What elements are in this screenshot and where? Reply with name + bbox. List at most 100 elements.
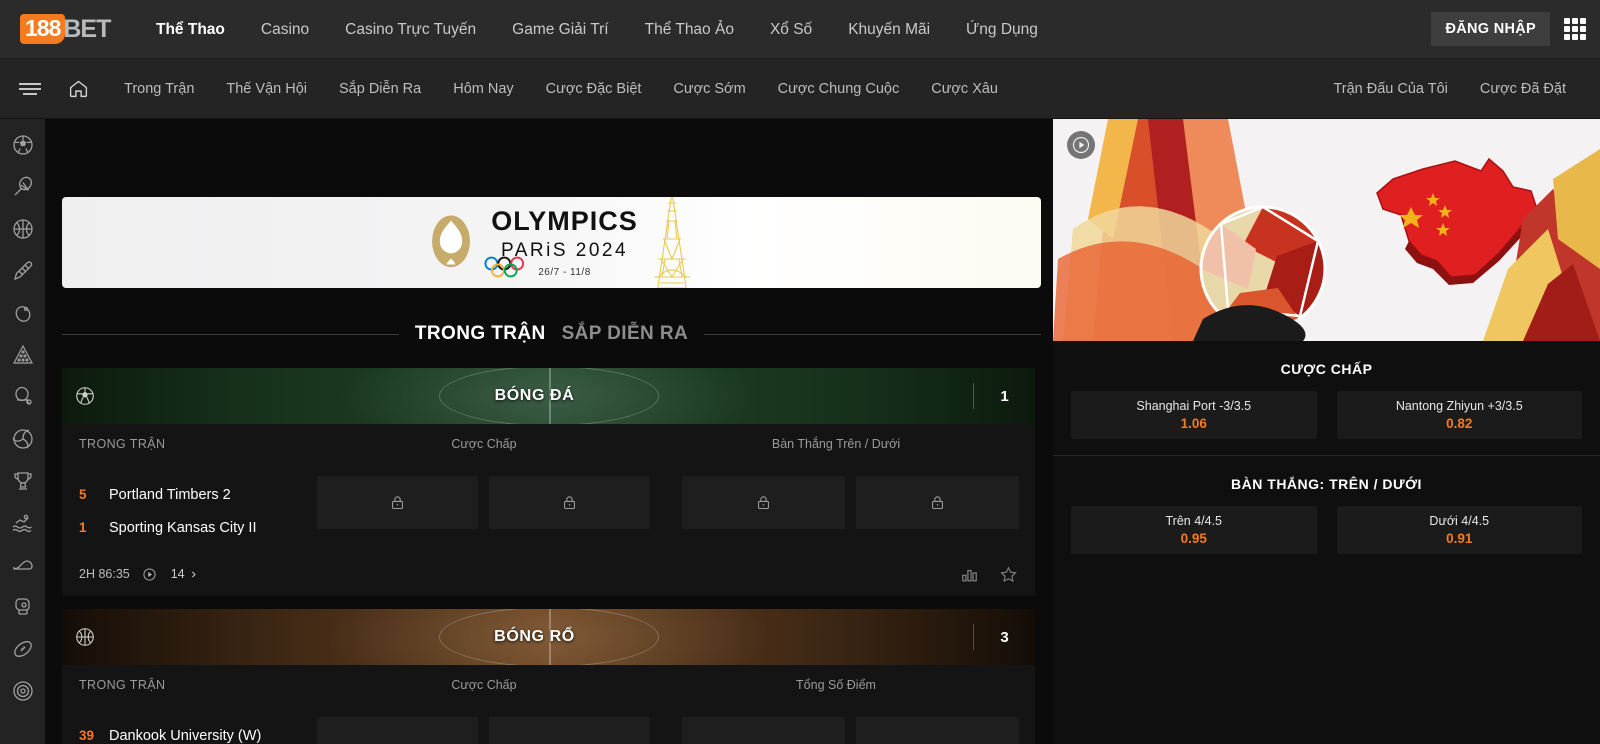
section-title: BÓNG RỔ: [494, 628, 575, 645]
sidebar-billiards-rack-icon[interactable]: [11, 343, 35, 367]
lock-icon: [755, 494, 772, 511]
bet-option-odds: 0.91: [1446, 531, 1473, 546]
odds-cell-locked[interactable]: [489, 717, 650, 744]
column-header-handicap: Cược Chấp: [451, 437, 517, 451]
team-home-score: 5: [79, 487, 87, 502]
olympics-dates: 26/7 - 11/8: [538, 266, 591, 278]
brand-logo[interactable]: 188 BET: [20, 11, 111, 47]
sidebar-swimming-icon[interactable]: [11, 511, 35, 535]
odds-total-points-group: [682, 705, 1019, 744]
sidebar-table-tennis-icon[interactable]: [11, 385, 35, 409]
team-home-name: Dankook University (W): [109, 727, 262, 744]
login-button[interactable]: ĐĂNG NHẬP: [1431, 12, 1550, 46]
bet-option-over[interactable]: Trên 4/4.5 0.95: [1071, 506, 1317, 554]
bar-chart-icon[interactable]: [960, 565, 979, 584]
subnav-item-cuoc-xau[interactable]: Cược Xâu: [915, 59, 1014, 119]
match-list-tabs: TRONG TRẬN SẮP DIỄN RA: [62, 314, 1041, 354]
bet-option-label: Shanghai Port -3/3.5: [1136, 399, 1252, 413]
home-icon[interactable]: [60, 78, 96, 99]
sub-nav-links: Trong Trận Thế Vận Hội Sắp Diễn Ra Hôm N…: [108, 59, 1014, 119]
bet-option-home-handicap[interactable]: Shanghai Port -3/3.5 1.06: [1071, 391, 1317, 439]
subnav-item-cuoc-dac-biet[interactable]: Cược Đặc Biệt: [530, 59, 658, 119]
section-title: BÓNG ĐÁ: [494, 387, 575, 404]
nav-item-xo-so[interactable]: Xổ Số: [752, 0, 830, 59]
subnav-item-cuoc-som[interactable]: Cược Sớm: [657, 59, 761, 119]
sidebar-basketball-icon[interactable]: [11, 217, 35, 241]
sidebar-boxing-glove-icon[interactable]: [11, 595, 35, 619]
bet-option-under[interactable]: Dưới 4/4.5 0.91: [1336, 506, 1582, 554]
bet-option-away-handicap[interactable]: Nantong Zhiyun +3/3.5 0.82: [1336, 391, 1582, 439]
more-markets-count: 14: [170, 567, 185, 581]
olympic-flame-logo-icon: [425, 212, 477, 274]
sidebar-shuttlecock-icon[interactable]: [11, 259, 35, 283]
sidebar-tennis-racket-icon[interactable]: [11, 175, 35, 199]
left-sidebar-rail: [0, 119, 45, 744]
subnav-item-trong-tran[interactable]: Trong Trận: [108, 59, 210, 119]
nav-item-the-thao[interactable]: Thể Thao: [138, 0, 243, 59]
odds-cell-locked[interactable]: [682, 476, 845, 529]
match-promo-artwork: [1053, 119, 1600, 341]
table-row: 39 Dankook University (W): [62, 705, 1035, 744]
play-circle-icon[interactable]: [142, 567, 157, 582]
sidebar-running-shoe-icon[interactable]: [11, 553, 35, 577]
lock-icon: [929, 494, 946, 511]
eiffel-tower-illustration: [617, 197, 727, 288]
bet-option-label: Trên 4/4.5: [1165, 514, 1222, 528]
bet-option-odds: 0.82: [1446, 416, 1473, 431]
sidebar-volleyball-icon[interactable]: [11, 427, 35, 451]
bet-option-label: Dưới 4/4.5: [1429, 514, 1490, 528]
app-root: 188 BET Thể Thao Casino Casino Trực Tuyến…: [0, 0, 1600, 744]
section-header-basketball[interactable]: BÓNG RỔ 3: [62, 609, 1035, 665]
section-match-count: 1: [973, 383, 1035, 409]
star-icon[interactable]: [999, 565, 1018, 584]
subnav-item-placed-bets[interactable]: Cược Đã Đặt: [1464, 59, 1582, 119]
nav-item-the-thao-ao[interactable]: Thể Thao Ảo: [627, 0, 752, 59]
odds-cell-locked[interactable]: [489, 476, 650, 529]
more-markets-button[interactable]: 14: [171, 567, 198, 581]
nav-item-casino[interactable]: Casino: [243, 0, 327, 59]
nav-item-ung-dung[interactable]: Ứng Dụng: [948, 0, 1056, 59]
sidebar-american-football-icon[interactable]: [11, 637, 35, 661]
match-footer: 2H 86:35 14: [62, 552, 1035, 596]
odds-cell-locked[interactable]: [856, 476, 1019, 529]
sidebar-mouse-icon[interactable]: [11, 301, 35, 325]
nav-item-game-giai-tri[interactable]: Game Giải Trí: [494, 0, 626, 59]
odds-over-under-group: [682, 464, 1019, 552]
hamburger-icon[interactable]: [8, 82, 52, 95]
tab-live-matches[interactable]: TRONG TRẬN: [415, 323, 546, 345]
odds-cell-locked[interactable]: [856, 717, 1019, 744]
nav-item-khuyen-mai[interactable]: Khuyến Mãi: [830, 0, 948, 59]
sidebar-soccer-ball-icon[interactable]: [11, 133, 35, 157]
sidebar-darts-icon[interactable]: [11, 679, 35, 703]
subnav-item-my-matches[interactable]: Trận Đấu Của Tôi: [1317, 59, 1463, 119]
odds-cell-locked[interactable]: [317, 717, 478, 744]
tab-upcoming-matches[interactable]: SẮP DIỄN RA: [562, 323, 689, 345]
section-header-football[interactable]: BÓNG ĐÁ 1: [62, 368, 1035, 424]
olympics-banner[interactable]: OLYMPICS PARiS 2024 26/7 - 11/8: [62, 197, 1041, 288]
main-nav: Thể Thao Casino Casino Trực Tuyến Game G…: [138, 0, 1056, 59]
grid-apps-icon[interactable]: [1564, 18, 1586, 40]
match-teams: 39 Dankook University (W): [62, 705, 317, 744]
team-away: 1 Sporting Kansas City II: [79, 511, 317, 544]
soccer-ball-icon: [74, 385, 96, 407]
team-away-score: 1: [79, 520, 87, 535]
subnav-item-hom-nay[interactable]: Hôm Nay: [437, 59, 529, 119]
lock-icon: [389, 494, 406, 511]
market-options: Trên 4/4.5 0.95 Dưới 4/4.5 0.91: [1053, 506, 1600, 570]
subnav-item-cuoc-chung-cuoc[interactable]: Cược Chung Cuộc: [762, 59, 916, 119]
sidebar-trophy-icon[interactable]: [11, 469, 35, 493]
top-header: 188 BET Thể Thao Casino Casino Trực Tuyến…: [0, 0, 1600, 59]
page-body: OLYMPICS PARiS 2024 26/7 - 11/8 TRONG TR…: [45, 119, 1600, 744]
nav-item-casino-truc-tuyen[interactable]: Casino Trực Tuyến: [327, 0, 494, 59]
play-circle-icon[interactable]: [1067, 131, 1095, 159]
subnav-item-sap-dien-ra[interactable]: Sắp Diễn Ra: [323, 59, 437, 119]
team-home-name: Portland Timbers 2: [109, 486, 231, 503]
right-panel: Shanghai Port Nantong Zhiyun HÔM NAY 18:…: [1053, 119, 1600, 744]
odds-cell-locked[interactable]: [682, 717, 845, 744]
section-football: BÓNG ĐÁ 1 TRONG TRẬN Cược Chấp Bàn Thắng…: [45, 368, 1053, 596]
subnav-item-the-van-hoi[interactable]: Thế Vận Hội: [210, 59, 323, 119]
match-video-preview[interactable]: Shanghai Port Nantong Zhiyun HÔM NAY 18:…: [1053, 119, 1600, 341]
column-header-over-under: Bàn Thắng Trên / Dưới: [771, 437, 901, 451]
brand-logo-bet: BET: [63, 14, 111, 43]
odds-cell-locked[interactable]: [317, 476, 478, 529]
